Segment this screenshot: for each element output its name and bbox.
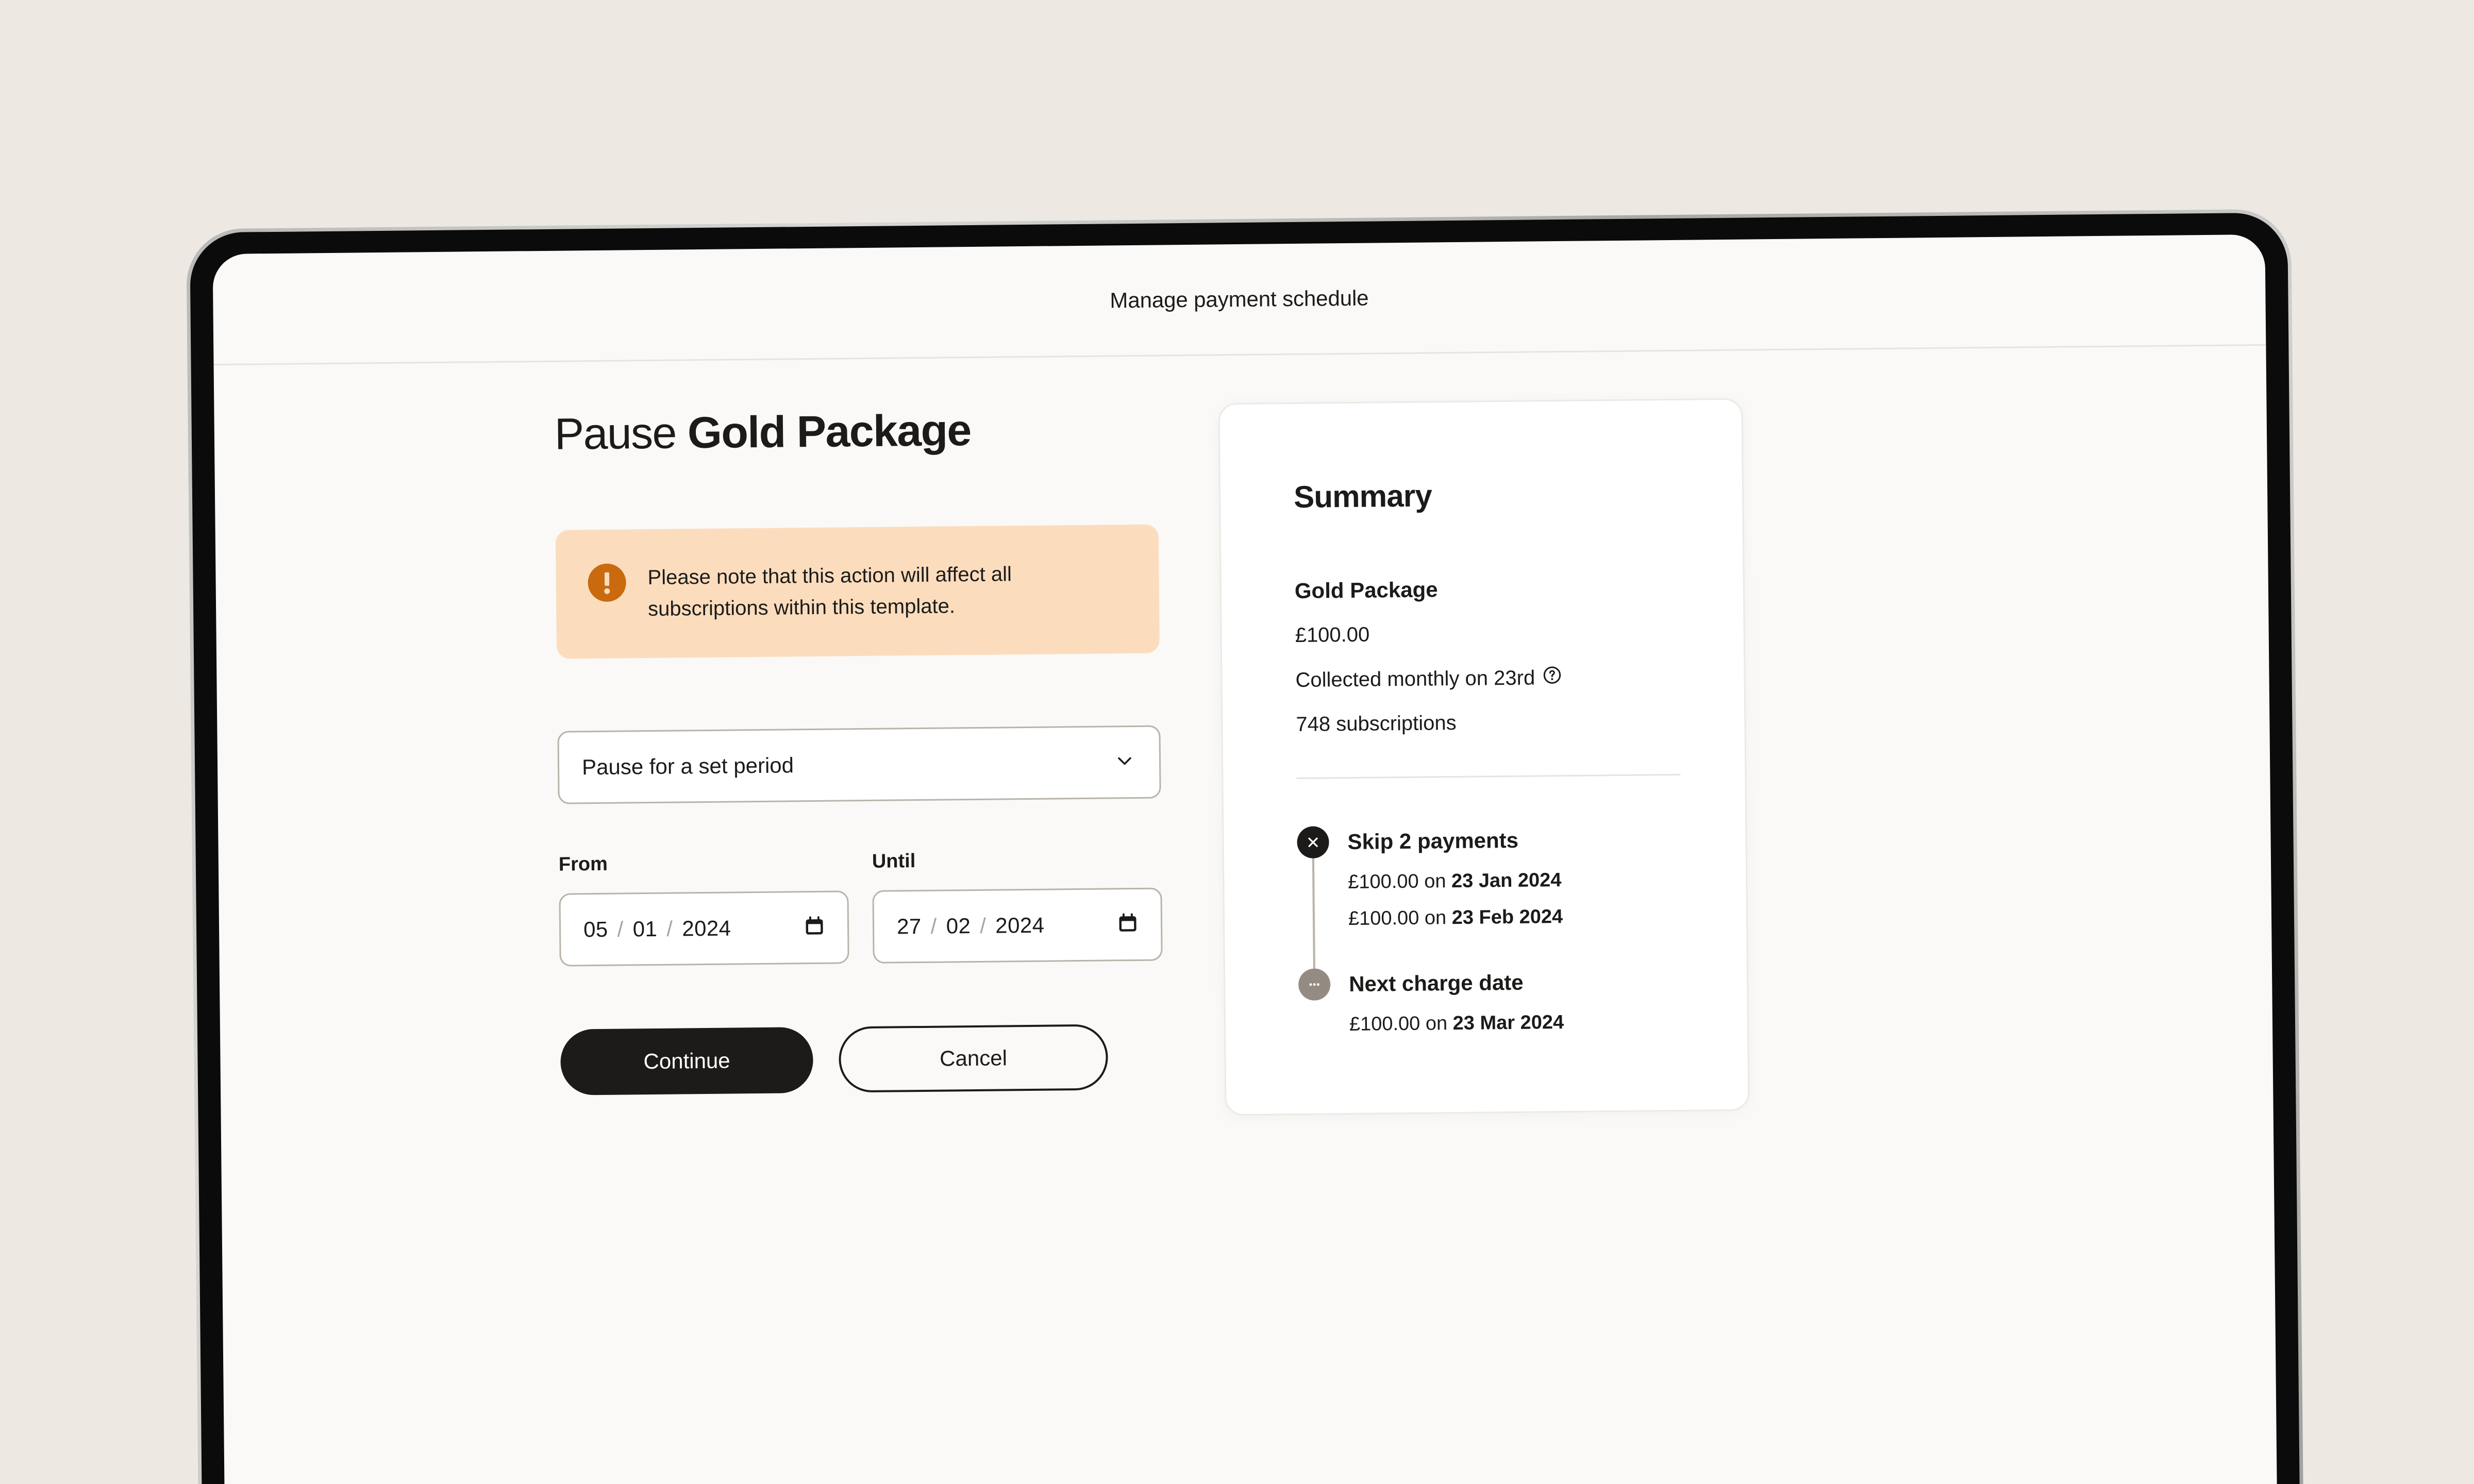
summary-column: Summary Gold Package £100.00 Collected m… xyxy=(1162,393,2273,1116)
until-date-field[interactable]: 27 / 02 / 2024 xyxy=(872,887,1163,964)
until-date-group: Until 27 / 02 / 2024 xyxy=(872,848,1163,964)
until-date-value: 27 / 02 / 2024 xyxy=(897,913,1045,939)
close-circle-icon xyxy=(1297,826,1329,858)
page-title: Pause Gold Package xyxy=(554,403,1163,459)
until-date-month[interactable]: 02 xyxy=(946,914,971,938)
from-date-group: From 05 / 01 / 2024 xyxy=(558,851,849,967)
cancel-button[interactable]: Cancel xyxy=(838,1024,1109,1093)
from-date-sep-1: / xyxy=(617,917,624,941)
timeline-item: Next charge date £100.00 on 23 Mar 2024 xyxy=(1298,965,1699,1036)
page-title-regular: Pause xyxy=(554,408,677,459)
until-date-sep-2: / xyxy=(979,913,987,938)
timeline-row-amount: £100.00 on xyxy=(1349,1013,1453,1036)
tablet-device: Manage payment schedule Pause Gold Packa… xyxy=(186,209,2304,1484)
from-date-year[interactable]: 2024 xyxy=(682,916,731,941)
timeline-title: Next charge date xyxy=(1348,970,1524,997)
plan-details: Gold Package £100.00 Collected monthly o… xyxy=(1295,575,1696,736)
timeline-row: £100.00 on 23 Mar 2024 xyxy=(1349,1011,1564,1036)
continue-button[interactable]: Continue xyxy=(560,1026,814,1095)
plan-collection: Collected monthly on 23rd xyxy=(1295,664,1695,693)
from-date-sep-2: / xyxy=(666,916,673,941)
timeline-row: £100.00 on 23 Feb 2024 xyxy=(1348,906,1563,930)
pause-type-select-value: Pause for a set period xyxy=(581,753,794,780)
until-date-year[interactable]: 2024 xyxy=(995,913,1045,938)
app-header-title: Manage payment schedule xyxy=(1110,285,1369,312)
timeline-row-date: 23 Jan 2024 xyxy=(1451,869,1562,892)
ellipsis-circle-icon xyxy=(1298,968,1331,1001)
plan-subscriptions: 748 subscriptions xyxy=(1296,710,1696,736)
timeline-title: Skip 2 payments xyxy=(1347,828,1519,854)
timeline-row-amount: £100.00 on xyxy=(1348,907,1452,930)
content-area: Pause Gold Package Please note that this… xyxy=(214,346,2274,1125)
date-range-row: From 05 / 01 / 2024 Until 27 / 02 / 2024 xyxy=(558,848,1168,967)
summary-card: Summary Gold Package £100.00 Collected m… xyxy=(1218,398,1750,1116)
until-date-day[interactable]: 27 xyxy=(897,914,922,939)
scene: Manage payment schedule Pause Gold Packa… xyxy=(0,0,2474,1484)
timeline-row-date: 23 Mar 2024 xyxy=(1452,1011,1564,1035)
timeline-connector xyxy=(1312,857,1315,969)
plan-subscriptions-value: 748 subscriptions xyxy=(1296,711,1457,736)
from-date-field[interactable]: 05 / 01 / 2024 xyxy=(559,890,849,967)
until-date-label: Until xyxy=(872,850,916,872)
warning-banner: Please note that this action will affect… xyxy=(555,524,1160,659)
from-date-label: From xyxy=(558,853,608,875)
timeline-row-amount: £100.00 on xyxy=(1348,870,1452,893)
plan-name: Gold Package xyxy=(1294,577,1438,603)
tablet-screen: Manage payment schedule Pause Gold Packa… xyxy=(212,234,2278,1484)
from-date-month[interactable]: 01 xyxy=(632,917,657,941)
app-header: Manage payment schedule xyxy=(212,234,2266,366)
timeline-row: £100.00 on 23 Jan 2024 xyxy=(1348,869,1563,893)
pause-type-select[interactable]: Pause for a set period xyxy=(557,725,1161,804)
plan-amount: £100.00 xyxy=(1295,620,1695,647)
timeline-rail xyxy=(1297,826,1330,969)
form-column: Pause Gold Package Please note that this… xyxy=(214,403,1169,1099)
from-date-value: 05 / 01 / 2024 xyxy=(583,916,731,942)
timeline-body: Skip 2 payments £100.00 on 23 Jan 2024 £… xyxy=(1347,824,1563,968)
from-date-day[interactable]: 05 xyxy=(583,917,608,942)
summary-heading: Summary xyxy=(1293,478,1432,514)
warning-banner-text: Please note that this action will affect… xyxy=(647,563,1012,621)
until-date-sep-1: / xyxy=(930,914,937,938)
help-circle-icon[interactable] xyxy=(1542,665,1562,690)
plan-amount-value: £100.00 xyxy=(1295,623,1370,647)
action-buttons: Continue Cancel xyxy=(560,1023,1169,1095)
summary-divider xyxy=(1296,773,1681,779)
payment-timeline: Skip 2 payments £100.00 on 23 Jan 2024 £… xyxy=(1297,823,1699,1036)
calendar-icon[interactable] xyxy=(1116,912,1139,937)
exclamation-circle-icon xyxy=(588,563,627,602)
calendar-icon[interactable] xyxy=(803,915,826,940)
timeline-rail xyxy=(1298,968,1331,1036)
timeline-item: Skip 2 payments £100.00 on 23 Jan 2024 £… xyxy=(1297,823,1698,969)
plan-collection-text: Collected monthly on 23rd xyxy=(1295,666,1535,692)
timeline-body: Next charge date £100.00 on 23 Mar 2024 xyxy=(1349,966,1564,1036)
timeline-row-date: 23 Feb 2024 xyxy=(1451,906,1563,929)
chevron-down-icon xyxy=(1115,751,1134,773)
page-title-strong: Gold Package xyxy=(687,406,972,458)
